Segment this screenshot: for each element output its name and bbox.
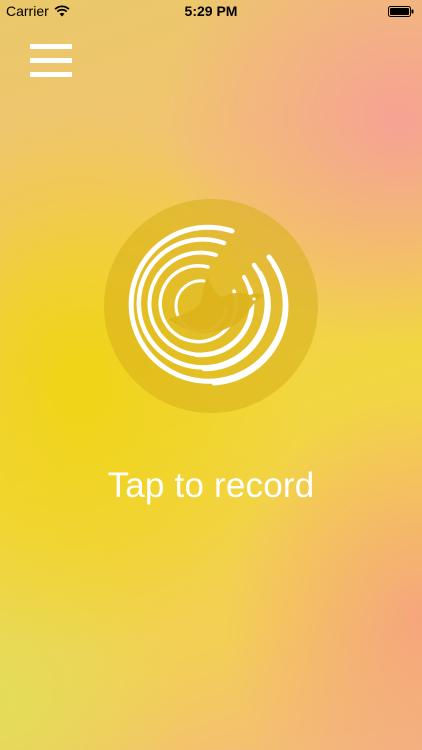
record-button[interactable]: [104, 199, 318, 413]
battery-icon: [388, 6, 414, 17]
hamburger-menu-icon: [30, 44, 72, 49]
status-time: 5:29 PM: [184, 3, 238, 19]
menu-button[interactable]: [30, 43, 72, 77]
bird-sound-waves-icon: [128, 224, 289, 386]
status-bar: Carrier 5:29 PM: [0, 0, 422, 22]
record-prompt-label: Tap to record: [107, 466, 315, 505]
menu-bar-bottom: [30, 72, 72, 77]
menu-bar-middle: [30, 58, 72, 63]
